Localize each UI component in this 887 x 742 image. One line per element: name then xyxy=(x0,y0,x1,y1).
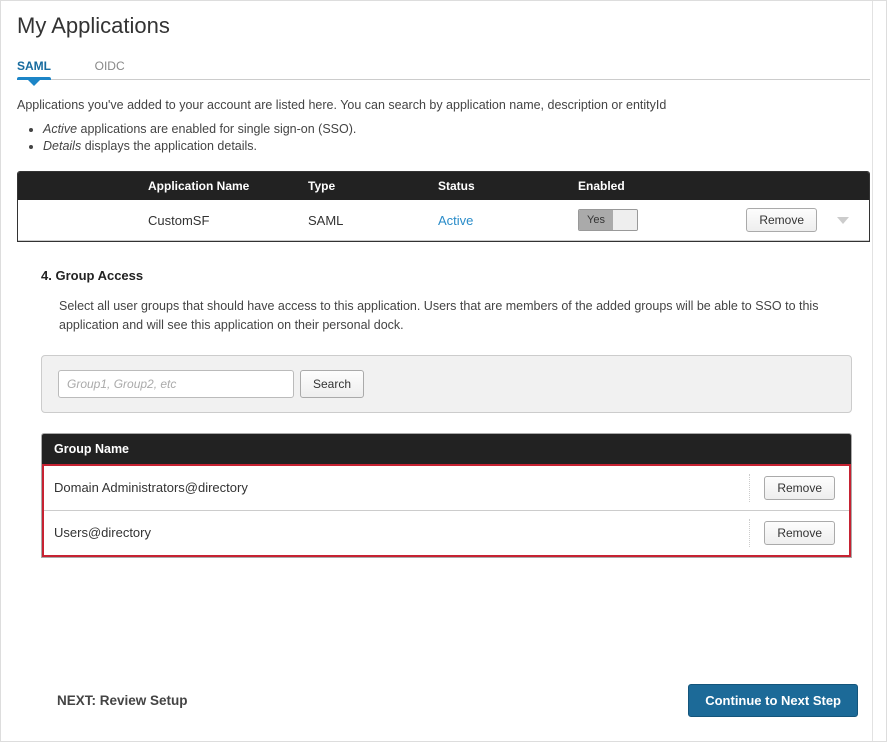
toggle-off-handle xyxy=(613,210,637,230)
app-type: SAML xyxy=(308,213,438,228)
group-row-actions: Remove xyxy=(749,519,835,547)
group-row: Domain Administrators@directory Remove xyxy=(44,466,849,511)
chevron-down-icon[interactable] xyxy=(837,217,849,224)
separator xyxy=(749,519,750,547)
group-row-actions: Remove xyxy=(749,474,835,502)
col-header-actions xyxy=(718,179,869,193)
remove-group-button[interactable]: Remove xyxy=(764,476,835,500)
group-name: Domain Administrators@directory xyxy=(54,480,248,495)
app-enabled-cell: Yes xyxy=(578,209,718,231)
tab-oidc[interactable]: OIDC xyxy=(95,53,125,79)
app-name: CustomSF xyxy=(18,213,308,228)
intro-list: Active applications are enabled for sing… xyxy=(43,122,870,153)
group-access-section: 4. Group Access Select all user groups t… xyxy=(17,242,870,568)
applications-table: Application Name Type Status Enabled Cus… xyxy=(17,171,870,242)
remove-app-button[interactable]: Remove xyxy=(746,208,817,232)
right-gutter xyxy=(872,1,886,741)
status-link[interactable]: Active xyxy=(438,213,473,228)
col-header-name: Application Name xyxy=(18,179,308,193)
col-header-status: Status xyxy=(438,179,578,193)
group-row: Users@directory Remove xyxy=(44,511,849,555)
intro-text: Applications you've added to your accoun… xyxy=(17,98,870,112)
enabled-toggle[interactable]: Yes xyxy=(578,209,638,231)
intro-bullet-rest: displays the application details. xyxy=(81,139,257,153)
group-panel: Group Name Domain Administrators@directo… xyxy=(41,433,852,558)
next-step-label: NEXT: Review Setup xyxy=(17,693,188,708)
group-rows-highlighted: Domain Administrators@directory Remove U… xyxy=(42,464,851,557)
intro-bullet-em: Active xyxy=(43,122,77,136)
app-status: Active xyxy=(438,213,578,228)
page-title: My Applications xyxy=(17,13,870,39)
section-description: Select all user groups that should have … xyxy=(59,297,852,335)
footer: NEXT: Review Setup Continue to Next Step xyxy=(17,684,858,717)
intro-bullet-em: Details xyxy=(43,139,81,153)
table-row: CustomSF SAML Active Yes Remove xyxy=(18,200,869,241)
app-container: My Applications SAML OIDC Applications y… xyxy=(1,1,886,584)
toggle-on-label: Yes xyxy=(579,210,613,230)
search-button[interactable]: Search xyxy=(300,370,364,398)
search-box: Search xyxy=(41,355,852,413)
remove-group-button[interactable]: Remove xyxy=(764,521,835,545)
tab-saml[interactable]: SAML xyxy=(17,53,51,79)
group-search-input[interactable] xyxy=(58,370,294,398)
col-header-enabled: Enabled xyxy=(578,179,718,193)
section-title: 4. Group Access xyxy=(41,268,852,283)
app-actions: Remove xyxy=(718,208,869,232)
table-header-row: Application Name Type Status Enabled xyxy=(18,172,869,200)
intro-bullet-rest: applications are enabled for single sign… xyxy=(77,122,356,136)
tabs: SAML OIDC xyxy=(17,53,870,80)
group-name: Users@directory xyxy=(54,525,151,540)
intro-bullet: Details displays the application details… xyxy=(43,139,870,153)
continue-button[interactable]: Continue to Next Step xyxy=(688,684,858,717)
group-panel-header: Group Name xyxy=(42,434,851,464)
separator xyxy=(749,474,750,502)
intro-bullet: Active applications are enabled for sing… xyxy=(43,122,870,136)
col-header-type: Type xyxy=(308,179,438,193)
